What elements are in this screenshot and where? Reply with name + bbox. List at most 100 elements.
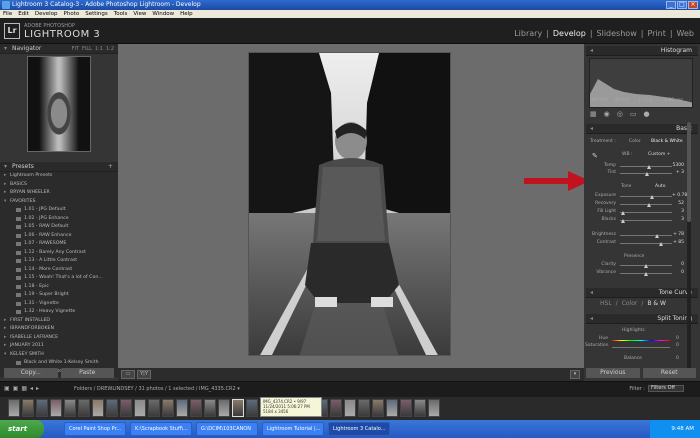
loupe-view-icon[interactable]: ▭ [121, 370, 135, 379]
tone-auto-button[interactable]: Auto [655, 184, 665, 189]
recovery-slider-thumb[interactable] [646, 203, 651, 207]
preset-folder[interactable]: BASICS [0, 181, 118, 190]
filmstrip-thumbnail[interactable] [176, 399, 188, 417]
main-photo[interactable] [248, 52, 451, 356]
highlights-saturation-slider[interactable] [612, 347, 670, 348]
reset-button[interactable]: Reset [642, 368, 696, 378]
contrast-slider-thumb[interactable] [658, 242, 663, 246]
filmstrip-thumbnail[interactable] [50, 399, 62, 417]
preset-item[interactable]: 1.31 - Vignette [0, 300, 118, 309]
navigator-preview[interactable] [27, 56, 91, 152]
menu-edit[interactable]: Edit [18, 10, 29, 18]
filmstrip-thumbnail[interactable] [204, 399, 216, 417]
preset-folder[interactable]: KELSEY SMITH [0, 351, 118, 360]
preset-folder[interactable]: Lightroom Presets [0, 172, 118, 181]
menu-view[interactable]: View [133, 10, 146, 18]
preset-folder[interactable]: ISABELLE LAFRANCE [0, 334, 118, 343]
preset-item[interactable]: Black and White 1-Kelsey Smith [0, 359, 118, 368]
treatment-bw[interactable]: Black & White [651, 139, 683, 144]
preset-item[interactable]: 1.14 - More Contrast [0, 266, 118, 275]
filmstrip-thumbnail[interactable] [232, 399, 244, 417]
forward-icon[interactable]: ▸ [36, 385, 39, 392]
filmstrip-thumbnail[interactable] [386, 399, 398, 417]
blacks-slider[interactable] [620, 220, 672, 221]
add-preset-icon[interactable]: + [108, 162, 113, 172]
fill-light-slider[interactable] [620, 212, 672, 213]
menu-settings[interactable]: Settings [85, 10, 108, 18]
filmstrip-thumbnail[interactable] [162, 399, 174, 417]
preset-folder[interactable]: FAVORITES [0, 198, 118, 207]
task-lightroom-catalog[interactable]: Lightroom 3 Catalo... [328, 422, 390, 436]
preset-item[interactable]: 1.12 - Barely Any Contrast [0, 249, 118, 258]
adjustment-brush-icon[interactable]: ● [643, 110, 649, 118]
treatment-color[interactable]: Color [629, 139, 641, 144]
filmstrip-thumbnail[interactable] [344, 399, 356, 417]
blacks-slider-thumb[interactable] [620, 219, 625, 223]
filmstrip-thumbnail[interactable] [190, 399, 202, 417]
menu-photo[interactable]: Photo [64, 10, 80, 18]
scroll-thumb[interactable] [687, 122, 691, 222]
exposure-slider-thumb[interactable] [650, 195, 655, 199]
filmstrip-thumbnail[interactable] [36, 399, 48, 417]
histogram-header[interactable]: Histogram [586, 46, 698, 56]
split-toning-header[interactable]: Split Toning [586, 314, 698, 324]
blacks-value[interactable]: 3 [672, 217, 684, 222]
preset-item[interactable]: 1.15 - Woah! That's a lot of Con... [0, 274, 118, 283]
preset-item[interactable]: 1.06 - RAW Enhance [0, 232, 118, 241]
preset-folder[interactable]: FIRST INSTALLED [0, 317, 118, 326]
zoom-fill[interactable]: FILL [82, 44, 92, 54]
menu-tools[interactable]: Tools [114, 10, 128, 18]
module-develop[interactable]: Develop [553, 29, 586, 38]
right-panel-scrollbar[interactable] [687, 122, 691, 368]
tint-value[interactable]: + 3 [672, 170, 684, 175]
vibrance-slider-thumb[interactable] [644, 272, 648, 276]
paste-button[interactable]: Paste [60, 368, 114, 378]
preset-folder[interactable]: IBRANDFORBOKEN [0, 325, 118, 334]
module-slideshow[interactable]: Slideshow [597, 29, 637, 38]
zoom-fit[interactable]: FIT [72, 44, 79, 54]
module-web[interactable]: Web [677, 29, 694, 38]
filmstrip-thumbnail[interactable] [22, 399, 34, 417]
highlights-hue-slider[interactable] [612, 340, 670, 341]
recovery-value[interactable]: 52 [672, 201, 684, 206]
spot-removal-icon[interactable]: ◉ [604, 110, 610, 118]
before-after-icon[interactable]: Y|Y [137, 370, 151, 379]
tab-hsl[interactable]: HSL [600, 300, 612, 307]
temp-slider-thumb[interactable] [646, 165, 651, 169]
fill-light-value[interactable]: 3 [672, 209, 684, 214]
contrast-value[interactable]: + 85 [672, 240, 684, 245]
exposure-value[interactable]: + 0.78 [672, 193, 687, 198]
filmstrip-thumbnail[interactable] [246, 399, 258, 417]
task-dcim[interactable]: G:\DCIM\103CANON [196, 422, 258, 436]
eyedropper-icon[interactable]: ✎ [592, 152, 598, 160]
preset-item[interactable]: 1.32 - Heavy Vignette [0, 308, 118, 317]
preset-item[interactable]: 1.13 - A Little Contrast [0, 257, 118, 266]
preset-folder[interactable]: BRYAN WHEELER [0, 189, 118, 198]
task-corel[interactable]: Corel Paint Shop Pr... [64, 422, 126, 436]
start-button[interactable]: start [0, 420, 44, 438]
clarity-slider-thumb[interactable] [644, 264, 648, 268]
tint-slider-thumb[interactable] [645, 172, 650, 176]
preset-item[interactable]: 1.05 - RAW Default [0, 223, 118, 232]
brightness-slider-thumb[interactable] [655, 234, 660, 238]
clarity-value[interactable]: 0 [672, 262, 684, 267]
filmstrip-thumbnail[interactable] [78, 399, 90, 417]
toolbar-menu-icon[interactable]: ▾ [570, 370, 580, 379]
back-icon[interactable]: ◂ [30, 385, 33, 392]
preset-item[interactable]: 1.01 - JPG Default [0, 206, 118, 215]
copy-button[interactable]: Copy... [4, 368, 58, 378]
filmstrip-thumbnail[interactable] [218, 399, 230, 417]
basic-header[interactable]: Basic [586, 124, 698, 134]
menu-develop[interactable]: Develop [35, 10, 58, 18]
filmstrip-thumbnail[interactable] [414, 399, 426, 417]
task-lightroom-tutorial[interactable]: Lightroom Tutorial |... [262, 422, 324, 436]
vibrance-value[interactable]: 0 [672, 270, 684, 275]
filmstrip-thumbnail[interactable] [134, 399, 146, 417]
previous-button[interactable]: Previous [586, 368, 640, 378]
menu-file[interactable]: File [3, 10, 12, 18]
filmstrip-thumbnail[interactable] [400, 399, 412, 417]
task-scrapbook[interactable]: K:\Scrapbook Stuff\... [130, 422, 192, 436]
wb-value[interactable]: Custom ÷ [648, 152, 670, 157]
brightness-value[interactable]: + 78 [672, 232, 684, 237]
maximize-button[interactable]: □ [677, 1, 687, 9]
